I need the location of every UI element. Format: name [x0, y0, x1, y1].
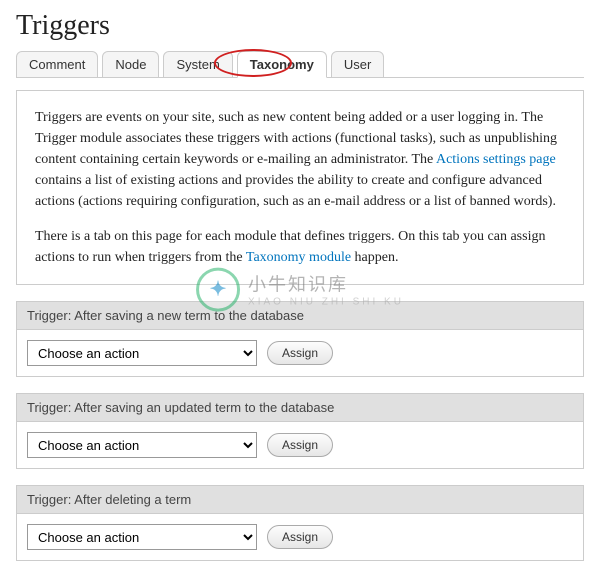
description-box: Triggers are events on your site, such a… [16, 90, 584, 285]
actions-settings-link[interactable]: Actions settings page [436, 152, 556, 167]
description-paragraph-2: There is a tab on this page for each mod… [35, 226, 565, 268]
trigger-header: Trigger: After saving an updated term to… [17, 394, 583, 422]
tab-node[interactable]: Node [102, 51, 159, 78]
description-paragraph-1: Triggers are events on your site, such a… [35, 107, 565, 212]
trigger-body: Choose an action Assign [17, 422, 583, 468]
assign-button[interactable]: Assign [267, 433, 333, 457]
trigger-header: Trigger: After deleting a term [17, 486, 583, 514]
trigger-header: Trigger: After saving a new term to the … [17, 302, 583, 330]
action-select[interactable]: Choose an action [27, 340, 257, 366]
assign-button[interactable]: Assign [267, 341, 333, 365]
tab-taxonomy[interactable]: Taxonomy [237, 51, 327, 78]
trigger-body: Choose an action Assign [17, 514, 583, 560]
desc-text: contains a list of existing actions and … [35, 173, 556, 209]
action-select[interactable]: Choose an action [27, 524, 257, 550]
tabs-bar: Comment Node System Taxonomy User [16, 50, 584, 78]
trigger-body: Choose an action Assign [17, 330, 583, 376]
action-select[interactable]: Choose an action [27, 432, 257, 458]
trigger-block-delete-term: Trigger: After deleting a term Choose an… [16, 485, 584, 561]
tab-comment[interactable]: Comment [16, 51, 98, 78]
taxonomy-module-link[interactable]: Taxonomy module [246, 250, 351, 265]
desc-text: happen. [351, 250, 398, 265]
assign-button[interactable]: Assign [267, 525, 333, 549]
trigger-block-updated-term: Trigger: After saving an updated term to… [16, 393, 584, 469]
trigger-block-new-term: Trigger: After saving a new term to the … [16, 301, 584, 377]
page-title: Triggers [16, 10, 584, 42]
tab-system[interactable]: System [163, 51, 232, 78]
tab-user[interactable]: User [331, 51, 384, 78]
